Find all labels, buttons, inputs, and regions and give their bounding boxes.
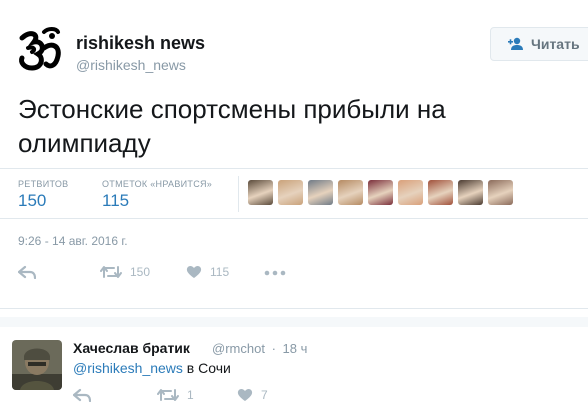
liker-avatar[interactable]: [308, 180, 333, 205]
tweet-timestamp[interactable]: 9:26 - 14 авг. 2016 г.: [18, 234, 128, 248]
author-avatar[interactable]: [14, 24, 66, 76]
reply-text-body: в Сочи: [182, 360, 231, 376]
liker-avatar[interactable]: [278, 180, 303, 205]
divider: [0, 168, 588, 169]
liker-avatar[interactable]: [458, 180, 483, 205]
liker-avatar[interactable]: [488, 180, 513, 205]
reply-text: @rishikesh_news в Сочи: [73, 360, 231, 376]
reply-time[interactable]: 18 ч: [283, 341, 308, 356]
retweets-label: РЕТВИТОВ: [18, 179, 69, 189]
stats-divider: [238, 176, 239, 212]
liker-avatar[interactable]: [368, 180, 393, 205]
tweet-text: Эстонские спортсмены прибыли на олимпиад…: [18, 94, 446, 158]
follow-button[interactable]: Читать: [490, 27, 588, 61]
more-icon: [264, 270, 286, 276]
divider: [0, 308, 588, 309]
likes-count[interactable]: 115: [102, 191, 129, 211]
follow-icon: [508, 37, 523, 50]
heart-icon: [186, 266, 202, 278]
like-button[interactable]: 115: [186, 265, 229, 279]
retweet-count: 150: [130, 265, 151, 279]
more-button[interactable]: [264, 265, 286, 279]
like-count: 115: [210, 265, 230, 279]
liker-avatar[interactable]: [248, 180, 273, 205]
retweets-count[interactable]: 150: [18, 191, 46, 211]
separator: ·: [271, 341, 276, 356]
reply-avatar[interactable]: [12, 340, 62, 390]
liker-avatar[interactable]: [338, 180, 363, 205]
reply-author-handle[interactable]: @rmchot: [212, 341, 265, 356]
liker-avatars: [248, 180, 513, 205]
tweet-actions: 150 115: [18, 263, 318, 285]
follow-button-label: Читать: [531, 36, 580, 52]
liker-avatar[interactable]: [398, 180, 423, 205]
author-name[interactable]: rishikesh news: [76, 33, 205, 54]
retweet-button[interactable]: 150: [100, 265, 150, 279]
reply-icon: [18, 265, 36, 279]
avatar: [12, 340, 62, 390]
likes-label: ОТМЕТОК «НРАВИТСЯ»: [102, 179, 213, 189]
divider: [0, 218, 588, 219]
reply-author-meta: @rmchot · 18 ч: [212, 341, 307, 356]
retweet-icon: [100, 266, 122, 278]
author-handle[interactable]: @rishikesh_news: [76, 57, 186, 73]
reply-button[interactable]: [18, 265, 36, 279]
reply-mention[interactable]: @rishikesh_news: [73, 360, 183, 376]
section-gap: [0, 317, 588, 327]
om-logo-icon: [19, 27, 61, 71]
liker-avatar[interactable]: [428, 180, 453, 205]
reply-author-name[interactable]: Хачеслав братик: [73, 340, 190, 356]
